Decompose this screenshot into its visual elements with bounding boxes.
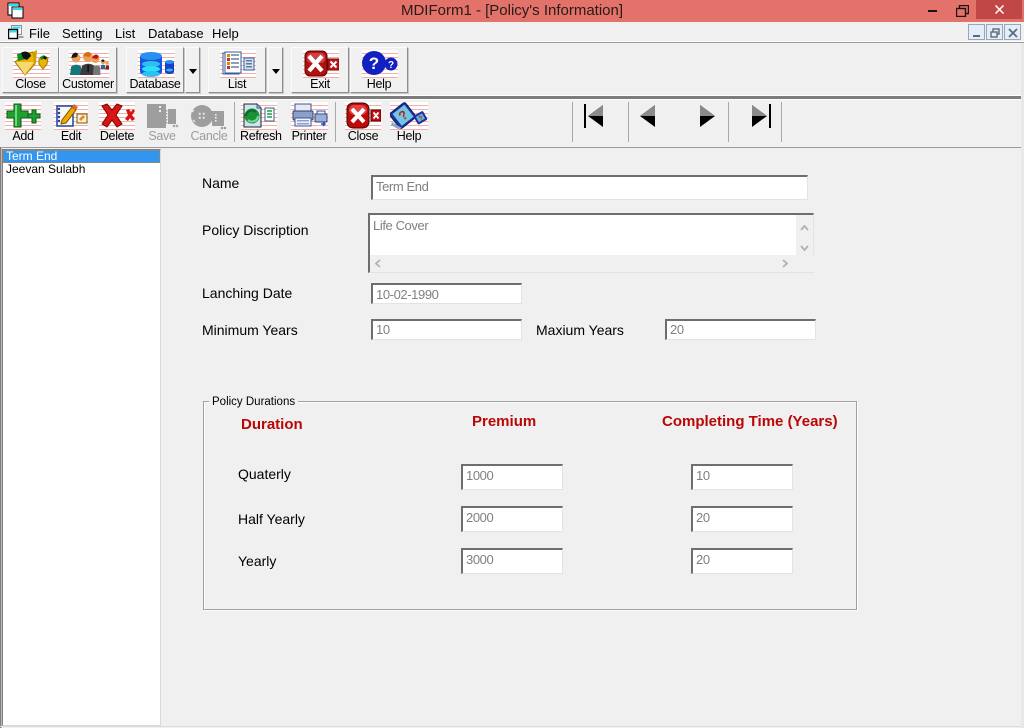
svg-text:?: ?	[388, 60, 394, 71]
svg-text:?: ?	[369, 54, 379, 73]
